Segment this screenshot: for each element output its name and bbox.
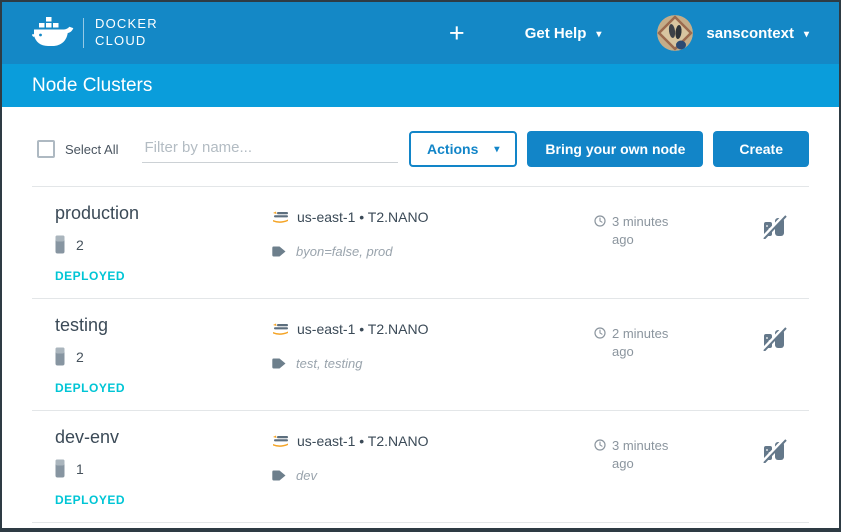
node-count: 2 <box>76 349 84 365</box>
get-help-label: Get Help <box>525 25 587 42</box>
cluster-details: us-east-1 • T2.NANO dev <box>246 411 594 522</box>
metrics-cell <box>739 411 809 522</box>
avatar[interactable] <box>657 15 693 51</box>
tags-line: dev <box>272 468 594 483</box>
clock-icon <box>594 439 606 522</box>
metrics-cell <box>739 299 809 410</box>
cluster-name-link[interactable]: production <box>55 203 246 224</box>
brand-line-docker: DOCKER <box>95 16 158 31</box>
actions-label: Actions <box>427 141 478 157</box>
docker-cloud-logo[interactable]: DOCKER CLOUD <box>32 16 158 50</box>
page-title: Node Clusters <box>32 75 152 97</box>
status-badge: DEPLOYED <box>55 269 246 283</box>
node-cluster-row[interactable]: testing 2 DEPLOYED <box>32 299 809 411</box>
brand-line-cloud: CLOUD <box>95 33 147 48</box>
node-cluster-row[interactable]: production 2 DEPLOYED <box>32 187 809 299</box>
provider-label: us-east-1 • T2.NANO <box>297 321 428 337</box>
cluster-summary: dev-env 1 DEPLOYED <box>32 411 246 522</box>
tags-label: test, testing <box>296 356 362 371</box>
cluster-summary: testing 2 DEPLOYED <box>32 299 246 410</box>
metrics-disabled-icon[interactable] <box>762 214 787 239</box>
cluster-name-link[interactable]: dev-env <box>55 427 246 448</box>
node-cluster-row[interactable]: dev-env 1 DEPLOYED <box>32 411 809 523</box>
node-icon <box>55 459 65 478</box>
node-count-line: 2 <box>55 347 246 366</box>
cluster-details: us-east-1 • T2.NANO byon=false, prod <box>246 187 594 298</box>
chevron-down-icon: ▾ <box>494 144 499 155</box>
brand-text: DOCKER CLOUD <box>95 16 158 50</box>
status-badge: DEPLOYED <box>55 493 246 507</box>
metrics-disabled-icon[interactable] <box>762 326 787 351</box>
chevron-down-icon: ▾ <box>804 29 809 40</box>
brand-divider <box>83 18 84 48</box>
aws-icon <box>272 323 289 335</box>
bring-your-own-node-button[interactable]: Bring your own node <box>527 131 703 167</box>
top-header: DOCKER CLOUD + Get Help ▾ <box>2 2 839 64</box>
create-button[interactable]: Create <box>713 131 809 167</box>
aws-icon <box>272 211 289 223</box>
tags-line: byon=false, prod <box>272 244 594 259</box>
tags-label: byon=false, prod <box>296 244 392 259</box>
tag-icon <box>272 245 286 258</box>
add-button[interactable]: + <box>445 20 469 47</box>
toolbar: Select All Actions ▾ Bring your own node… <box>2 107 839 169</box>
provider-line: us-east-1 • T2.NANO <box>272 209 594 225</box>
user-menu[interactable]: sanscontext ▾ <box>706 25 809 42</box>
tags-label: dev <box>296 468 317 483</box>
node-cluster-list: production 2 DEPLOYED <box>2 187 839 523</box>
tag-icon <box>272 357 286 370</box>
chevron-down-icon: ▾ <box>596 29 601 40</box>
filter-input[interactable] <box>142 135 398 163</box>
docker-whale-icon <box>32 16 74 50</box>
metrics-disabled-icon[interactable] <box>762 438 787 463</box>
provider-line: us-east-1 • T2.NANO <box>272 321 594 337</box>
cluster-name-link[interactable]: testing <box>55 315 246 336</box>
username-label: sanscontext <box>706 25 794 42</box>
clock-icon <box>594 215 606 298</box>
tags-line: test, testing <box>272 356 594 371</box>
updated-time: 3 minutes ago <box>594 187 739 298</box>
provider-label: us-east-1 • T2.NANO <box>297 433 428 449</box>
node-count-line: 2 <box>55 235 246 254</box>
page-header: Node Clusters <box>2 64 839 107</box>
node-count-line: 1 <box>55 459 246 478</box>
metrics-cell <box>739 187 809 298</box>
tag-icon <box>272 469 286 482</box>
cluster-details: us-east-1 • T2.NANO test, testing <box>246 299 594 410</box>
provider-label: us-east-1 • T2.NANO <box>297 209 428 225</box>
clock-icon <box>594 327 606 410</box>
time-label: 2 minutes ago <box>612 325 684 410</box>
get-help-menu[interactable]: Get Help ▾ <box>525 25 602 42</box>
aws-icon <box>272 435 289 447</box>
updated-time: 2 minutes ago <box>594 299 739 410</box>
node-icon <box>55 347 65 366</box>
node-count: 2 <box>76 237 84 253</box>
docker-cloud-window: DOCKER CLOUD + Get Help ▾ <box>0 0 841 532</box>
select-all-checkbox[interactable] <box>37 140 55 158</box>
node-icon <box>55 235 65 254</box>
status-badge: DEPLOYED <box>55 381 246 395</box>
top-header-right: + Get Help ▾ sanscontext ▾ <box>445 15 809 51</box>
node-count: 1 <box>76 461 84 477</box>
time-label: 3 minutes ago <box>612 437 684 522</box>
updated-time: 3 minutes ago <box>594 411 739 522</box>
select-all-label[interactable]: Select All <box>65 142 118 157</box>
time-label: 3 minutes ago <box>612 213 684 298</box>
actions-dropdown-button[interactable]: Actions ▾ <box>409 131 517 167</box>
provider-line: us-east-1 • T2.NANO <box>272 433 594 449</box>
cluster-summary: production 2 DEPLOYED <box>32 187 246 298</box>
